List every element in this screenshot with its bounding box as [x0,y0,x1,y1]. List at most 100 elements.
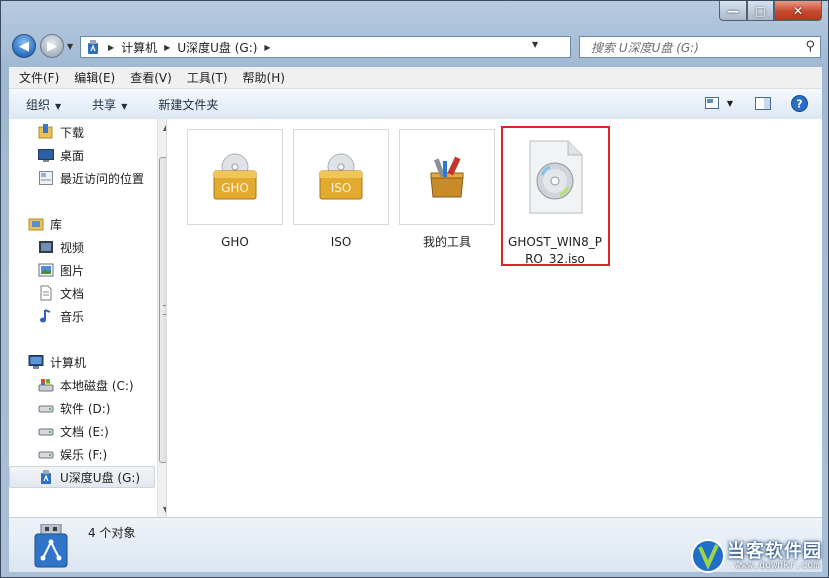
menu-help[interactable]: 帮助(H) [233,69,290,86]
forward-button[interactable]: ▶ [40,34,64,58]
libraries-icon [28,216,44,232]
share-button[interactable]: 共享 ▼ [75,96,141,113]
folder-icon-label: ISO [331,181,352,195]
menu-tools[interactable]: 工具(T) [177,69,233,86]
scroll-down-icon[interactable]: ▼ [158,501,166,517]
sidebar-item-label: 下载 [60,125,85,140]
sidebar-item-label: 音乐 [60,309,85,324]
chevron-down-icon: ▼ [726,98,734,108]
sidebar-item-label: U深度U盘 (G:) [60,470,141,485]
sidebar-item-drive-g[interactable]: U深度U盘 (G:) [9,466,155,488]
address-bar[interactable]: ▶ 计算机 ▶ U深度U盘 (G:) ▶ ▼ ⟳ [80,36,645,58]
picture-library-icon [38,262,54,278]
sidebar-item-computer[interactable]: 计算机 [28,351,86,373]
share-label: 共享 [92,97,117,112]
usb-drive-icon [38,469,54,485]
computer-icon [28,354,44,370]
address-history-dropdown[interactable]: ▼ [532,40,538,49]
sidebar-item-desktop[interactable]: 桌面 [38,144,84,166]
sidebar-item-label: 软件 (D:) [60,401,111,416]
maximize-button[interactable]: □ [747,1,774,21]
file-thumbnail [399,129,495,225]
navigation-pane: 下载 桌面 最近访问的位置 库 视频 图片 文档 音乐 计算机 本地磁盘 (C:… [9,119,167,517]
document-library-icon [38,285,54,301]
recent-pages-dropdown[interactable]: ▼ [67,42,73,51]
sidebar-item-label: 计算机 [50,355,87,370]
command-bar: 组织 ▼ 共享 ▼ 新建文件夹 ▼ ? [9,89,822,120]
breadcrumb-separator-icon[interactable]: ▶ [108,43,114,52]
search-input[interactable] [589,38,793,58]
breadcrumb-separator-icon[interactable]: ▶ [264,43,270,52]
menu-file[interactable]: 文件(F) [9,69,64,86]
sidebar-item-documents[interactable]: 文档 [38,282,84,304]
organize-label: 组织 [26,97,51,112]
sidebar-item-drive-e[interactable]: 文档 (E:) [38,420,109,442]
sidebar-item-label: 视频 [60,240,85,255]
sidebar-item-label: 文档 [60,286,85,301]
sidebar-item-libraries[interactable]: 库 [28,213,62,235]
file-item-my-tools[interactable]: 我的工具 [399,129,495,251]
menu-bar: 文件(F) 编辑(E) 查看(V) 工具(T) 帮助(H) [9,67,822,89]
video-library-icon [38,239,54,255]
minimize-icon: — [727,3,739,18]
menu-view[interactable]: 查看(V) [120,69,177,86]
download-folder-icon [38,124,54,140]
sidebar-item-label: 本地磁盘 (C:) [60,378,134,393]
sidebar-item-label: 娱乐 (F:) [60,447,108,462]
drive-icon [38,446,54,462]
back-button[interactable]: ◀ [12,34,36,58]
breadcrumb-computer[interactable]: 计算机 [121,39,157,56]
title-bar: — □ ✕ [1,1,828,29]
sidebar-item-downloads[interactable]: 下载 [38,121,84,143]
scroll-up-icon[interactable]: ▲ [158,119,166,135]
menu-edit[interactable]: 编辑(E) [64,69,120,86]
view-icon [704,97,719,109]
explorer-window: — □ ✕ ◀ ▶ ▼ ▶ 计算机 ▶ U深度U盘 (G:) ▶ ▼ ⟳ ⚲ [0,0,829,578]
drive-icon [38,400,54,416]
usb-drive-icon [88,40,98,54]
arrow-left-icon: ◀ [19,38,29,54]
sidebar-item-recent-places[interactable]: 最近访问的位置 [38,167,144,189]
help-icon: ? [790,94,808,112]
sidebar-item-label: 库 [50,217,63,232]
sidebar-item-label: 桌面 [60,148,85,163]
file-item-iso-folder[interactable]: ISO ISO [293,129,389,251]
scrollbar-thumb[interactable] [159,157,166,463]
organize-button[interactable]: 组织 ▼ [9,96,75,113]
file-thumbnail: GHO [187,129,283,225]
sidebar-item-music[interactable]: 音乐 [38,305,84,327]
new-folder-button[interactable]: 新建文件夹 [141,96,232,113]
navigation-bar: ◀ ▶ ▼ ▶ 计算机 ▶ U深度U盘 (G:) ▶ ▼ ⟳ ⚲ [1,31,828,63]
watermark-url: www.downkr.com [735,560,820,571]
sidebar-item-drive-d[interactable]: 软件 (D:) [38,397,110,419]
close-button[interactable]: ✕ [774,1,822,21]
sidebar-item-label: 文档 (E:) [60,424,109,439]
file-thumbnail: ISO [293,129,389,225]
desktop-icon [38,147,54,163]
change-view-button[interactable]: ▼ [702,94,736,112]
sidebar-scrollbar[interactable]: ▲ ▼ [157,119,166,517]
help-button[interactable]: ? [790,94,808,112]
recent-places-icon [38,170,54,186]
search-box: ⚲ [579,36,821,58]
watermark-logo-icon [691,539,725,573]
sidebar-item-pictures[interactable]: 图片 [38,259,84,281]
toolbox-icon [430,156,464,198]
sidebar-item-label: 图片 [60,263,85,278]
preview-pane-icon [755,96,771,110]
sidebar-item-videos[interactable]: 视频 [38,236,84,258]
breadcrumb-usb-drive[interactable]: U深度U盘 (G:) [177,39,257,56]
minimize-button[interactable]: — [719,1,747,21]
breadcrumb-separator-icon[interactable]: ▶ [164,43,170,52]
sidebar-item-label: 最近访问的位置 [60,171,145,186]
arrow-right-icon: ▶ [47,38,57,54]
svg-text:?: ? [796,97,802,110]
file-name: ISO [330,235,352,249]
preview-pane-button[interactable] [752,94,774,112]
search-icon[interactable]: ⚲ [805,39,815,54]
drive-icon [38,423,54,439]
sidebar-item-drive-f[interactable]: 娱乐 (F:) [38,443,107,465]
file-name: 我的工具 [422,235,471,249]
file-item-gho[interactable]: GHO GHO [187,129,283,251]
sidebar-item-drive-c[interactable]: 本地磁盘 (C:) [38,374,134,396]
